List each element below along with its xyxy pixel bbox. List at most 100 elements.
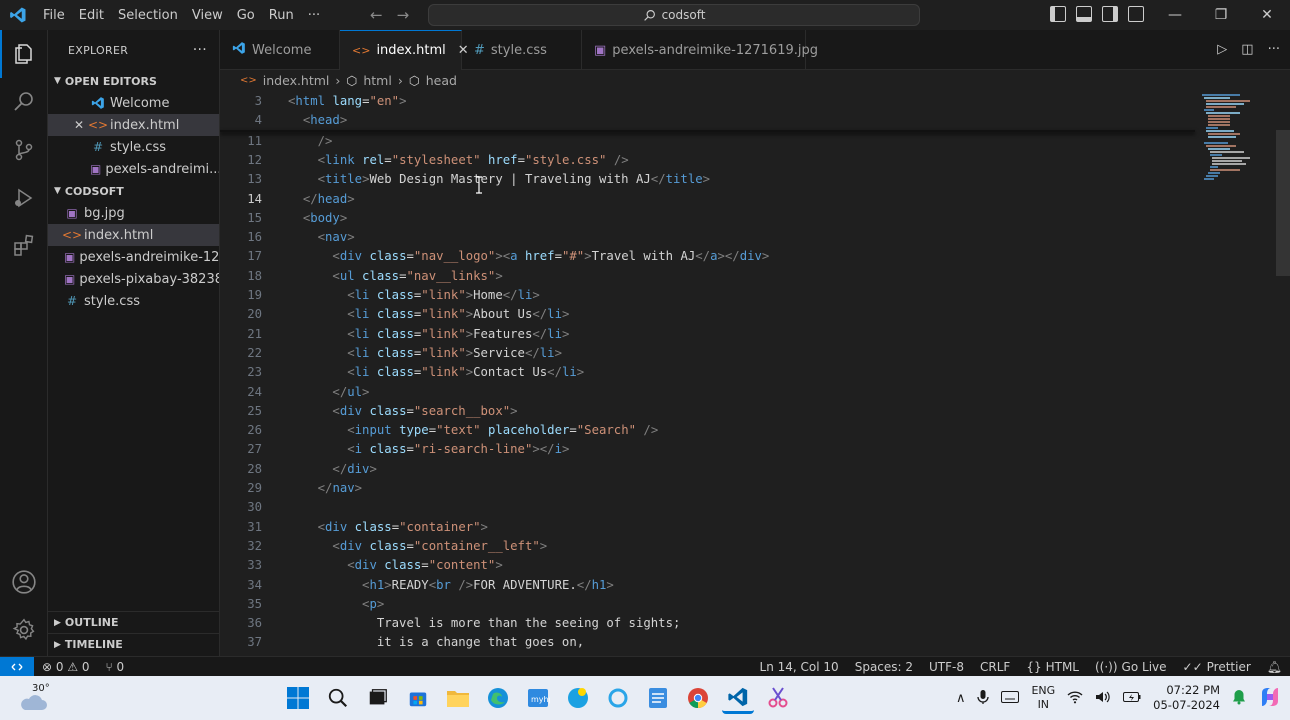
app-icon-blue-circle[interactable] (562, 682, 594, 714)
wifi-icon[interactable] (1067, 690, 1083, 707)
code-editor[interactable]: 11 /> 12 <link rel="stylesheet" href="sty… (220, 90, 1290, 656)
code-line[interactable]: 21 <li class="link">Features</li> (220, 324, 1200, 343)
account-icon[interactable] (0, 558, 48, 606)
code-line[interactable]: 33 <div class="content"> (220, 556, 1200, 575)
code-line[interactable]: 27 <i class="ri-search-line"></i> (220, 440, 1200, 459)
tab-welcome[interactable]: Welcome (220, 30, 340, 70)
settings-gear-icon[interactable] (0, 606, 48, 654)
code-line[interactable]: 29 </nav> (220, 478, 1200, 497)
code-line[interactable]: 35 <p> (220, 594, 1200, 613)
toggle-panel-icon[interactable] (1076, 6, 1092, 22)
snipping-tool-icon[interactable] (762, 682, 794, 714)
chrome-icon[interactable] (682, 682, 714, 714)
microphone-icon[interactable] (977, 689, 990, 708)
restore-icon[interactable]: ❐ (1198, 0, 1244, 30)
forward-arrow-icon[interactable]: → (397, 6, 410, 24)
file-item[interactable]: ▣ pexels-pixabay-38238... (48, 268, 219, 290)
end-of-line[interactable]: CRLF (972, 660, 1018, 674)
close-window-icon[interactable]: ✕ (1244, 0, 1290, 30)
code-line[interactable]: 13 <title>Web Design Mastery | Traveling… (220, 170, 1200, 189)
windows-start-icon[interactable] (282, 682, 314, 714)
split-editor-icon[interactable]: ◫ (1241, 42, 1253, 57)
menu-selection[interactable]: Selection (111, 8, 185, 23)
extensions-icon[interactable] (0, 222, 48, 270)
code-line[interactable]: 37 it is a change that goes on, (220, 633, 1200, 652)
menu-more[interactable]: ··· (301, 8, 327, 23)
sticky-scroll-line[interactable]: 4 <head> (220, 110, 1200, 130)
notepad-icon[interactable] (642, 682, 674, 714)
hp-app-icon[interactable]: myhp (522, 682, 554, 714)
code-line[interactable]: 24 </ul> (220, 382, 1200, 401)
task-view-icon[interactable] (362, 682, 394, 714)
code-line[interactable]: 12 <link rel="stylesheet" href="style.cs… (220, 150, 1200, 169)
open-editor-item[interactable]: # style.css (48, 136, 219, 158)
open-editor-item[interactable]: Welcome (48, 92, 219, 114)
code-line[interactable]: 23 <li class="link">Contact Us</li> (220, 363, 1200, 382)
code-line[interactable]: 31 <div class="container"> (220, 517, 1200, 536)
minimap[interactable] (1200, 90, 1256, 210)
code-line[interactable]: 14 </head> (220, 189, 1200, 208)
ports-indicator[interactable]: ⑂ 0 (98, 660, 133, 674)
back-arrow-icon[interactable]: ← (370, 6, 383, 24)
breadcrumb-head[interactable]: head (426, 73, 457, 88)
language-mode[interactable]: {} HTML (1018, 660, 1087, 674)
prettier-button[interactable]: ✓✓ Prettier (1175, 660, 1259, 674)
source-control-icon[interactable] (0, 126, 48, 174)
encoding[interactable]: UTF-8 (921, 660, 972, 674)
code-line[interactable]: 19 <li class="link">Home</li> (220, 285, 1200, 304)
tab-style-css[interactable]: # style.css (462, 30, 582, 70)
remote-indicator-icon[interactable] (0, 656, 34, 677)
store-icon[interactable] (402, 682, 434, 714)
code-line[interactable]: 18 <ul class="nav__links"> (220, 266, 1200, 285)
breadcrumb-file[interactable]: index.html (263, 73, 330, 88)
notification-bell-icon[interactable] (1232, 689, 1246, 708)
edge-browser-icon[interactable] (482, 682, 514, 714)
folder-section[interactable]: ▼ CODSOFT (48, 180, 219, 202)
volume-icon[interactable] (1095, 690, 1111, 707)
cursor-position[interactable]: Ln 14, Col 10 (752, 660, 847, 674)
timeline-section[interactable]: ▶ TIMELINE (48, 633, 220, 655)
code-line[interactable]: 34 <h1>READY<br />FOR ADVENTURE.</h1> (220, 575, 1200, 594)
explorer-more-actions[interactable]: ··· (193, 42, 207, 58)
tab-index-html[interactable]: <> index.html ✕ (340, 30, 469, 70)
code-line[interactable]: 20 <li class="link">About Us</li> (220, 305, 1200, 324)
outline-section[interactable]: ▶ OUTLINE (48, 611, 220, 633)
code-line[interactable]: 26 <input type="text" placeholder="Searc… (220, 421, 1200, 440)
cortana-ring-icon[interactable] (602, 682, 634, 714)
editor-scrollbar[interactable] (1276, 130, 1290, 276)
code-line[interactable]: 16 <nav> (220, 228, 1200, 247)
more-actions-icon[interactable]: ··· (1268, 42, 1280, 57)
code-line[interactable]: 17 <div class="nav__logo"><a href="#">Tr… (220, 247, 1200, 266)
vscode-taskbar-icon[interactable] (722, 682, 754, 714)
file-item[interactable]: <> index.html (48, 224, 219, 246)
code-line[interactable]: 25 <div class="search__box"> (220, 401, 1200, 420)
open-editor-item[interactable]: ✕ <> index.html (48, 114, 219, 136)
file-item[interactable]: # style.css (48, 290, 219, 312)
code-line[interactable]: 22 <li class="link">Service</li> (220, 343, 1200, 362)
menu-run[interactable]: Run (262, 8, 301, 23)
battery-icon[interactable] (1123, 691, 1141, 706)
explorer-icon[interactable] (0, 30, 48, 78)
code-line[interactable]: 30 (220, 498, 1200, 517)
file-explorer-icon[interactable] (442, 682, 474, 714)
taskbar-search-icon[interactable] (322, 682, 354, 714)
copilot-icon[interactable] (1258, 685, 1282, 712)
sticky-scroll-line[interactable]: 3 <html lang="en"> (220, 91, 1200, 111)
menu-edit[interactable]: Edit (72, 8, 111, 23)
code-line[interactable]: 11 /> (220, 131, 1200, 150)
menu-view[interactable]: View (185, 8, 230, 23)
notifications-bell-icon[interactable]: 🔔︎ (1259, 660, 1290, 674)
go-live-button[interactable]: ((·)) Go Live (1087, 660, 1175, 674)
keyboard-icon[interactable] (1001, 690, 1020, 706)
open-editor-item[interactable]: ▣ pexels-andreimi... (48, 158, 219, 180)
menu-go[interactable]: Go (230, 8, 262, 23)
clock[interactable]: 07:22 PM 05-07-2024 (1153, 683, 1220, 713)
menu-file[interactable]: File (36, 8, 72, 23)
toggle-primary-sidebar-icon[interactable] (1050, 6, 1066, 22)
code-line[interactable]: 32 <div class="container__left"> (220, 536, 1200, 555)
open-editors-section[interactable]: ▼ OPEN EDITORS (48, 70, 219, 92)
breadcrumb-html[interactable]: html (363, 73, 391, 88)
input-language[interactable]: ENG IN (1031, 684, 1055, 712)
minimize-icon[interactable]: — (1152, 0, 1198, 30)
tab-image[interactable]: ▣ pexels-andreimike-1271619.jpg (582, 30, 818, 70)
